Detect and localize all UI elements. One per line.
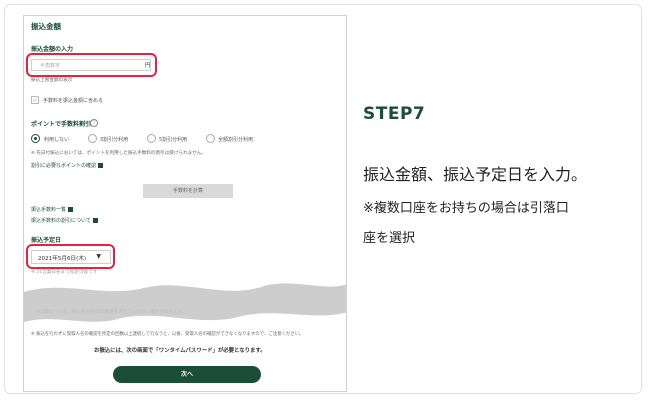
- radio-none-label: 利用しない: [44, 137, 70, 143]
- faded-note: …日以降について、振込先が確認の連絡をさせていただく場合があります。…: [31, 310, 191, 315]
- instruction-line-3: 座を選択: [363, 231, 416, 246]
- fee-list-link[interactable]: 振込手数料一覧: [31, 206, 74, 213]
- screenshot-card: 振込金額 振込金額の入力 半角数字 円 振込上限金額の表示 ✓ 手数料を振込金額…: [4, 4, 642, 394]
- radio-30-label: 3割引分利用: [100, 137, 129, 143]
- fee-list-link-text: 振込手数料一覧: [31, 207, 67, 213]
- radio-30[interactable]: [88, 134, 97, 143]
- fee-discount-link-text: 振込手数料の割引について: [31, 218, 91, 224]
- external-link-icon: [68, 207, 74, 212]
- radio-full[interactable]: [206, 134, 215, 143]
- warning-note: ※ 振込を行わずに受取人名の確認を所定の回数以上連続して行なうと、以後、受取人名…: [31, 332, 304, 337]
- amount-label: 振込金額の入力: [31, 46, 74, 53]
- radio-full-label: 全額割引分利用: [218, 137, 254, 143]
- fee-checkbox[interactable]: ✓: [31, 96, 39, 104]
- torn-page-gap: [24, 283, 346, 322]
- step-heading: STEP7: [363, 104, 426, 124]
- points-label: ポイントで手数料割引: [31, 121, 92, 128]
- help-icon[interactable]: ?: [90, 119, 98, 127]
- fee-discount-link[interactable]: 振込手数料の割引について: [31, 217, 98, 224]
- external-link-icon: [98, 163, 104, 168]
- next-button[interactable]: 次へ: [113, 366, 261, 383]
- amount-highlight: [26, 53, 157, 77]
- section-title: 振込金額: [31, 22, 61, 31]
- date-note: ※ 31営業日先まで指定可能です: [31, 270, 98, 275]
- fee-checkbox-label: 手数料を振込金額に含める: [43, 98, 104, 104]
- points-note: ※ 先日付振込においては、ポイントを利用した振込手数料の割引は受けられません。: [31, 151, 206, 156]
- points-needed-link-text: 割引に必要なポイントの確認: [31, 163, 97, 169]
- radio-50[interactable]: [147, 134, 156, 143]
- limit-link[interactable]: 振込上限金額の表示: [31, 77, 72, 83]
- instruction-line-1: 振込金額、振込予定日を入力。: [363, 165, 588, 184]
- radio-50-label: 5割引分利用: [159, 137, 188, 143]
- date-highlight: [26, 244, 115, 269]
- radio-none[interactable]: [31, 134, 40, 143]
- calc-fee-button[interactable]: 手数料を計算: [143, 184, 233, 198]
- date-label: 振込予定日: [31, 237, 62, 244]
- instruction-line-2: ※複数口座をお持ちの場合は引落口: [363, 201, 569, 216]
- phone-screen: 振込金額 振込金額の入力 半角数字 円 振込上限金額の表示 ✓ 手数料を振込金額…: [23, 15, 347, 392]
- points-needed-link[interactable]: 割引に必要なポイントの確認: [31, 162, 104, 169]
- otp-notice: お振込には、次の画面で「ワンタイムパスワード」が必要となります。: [94, 348, 266, 354]
- external-link-icon: [92, 218, 98, 223]
